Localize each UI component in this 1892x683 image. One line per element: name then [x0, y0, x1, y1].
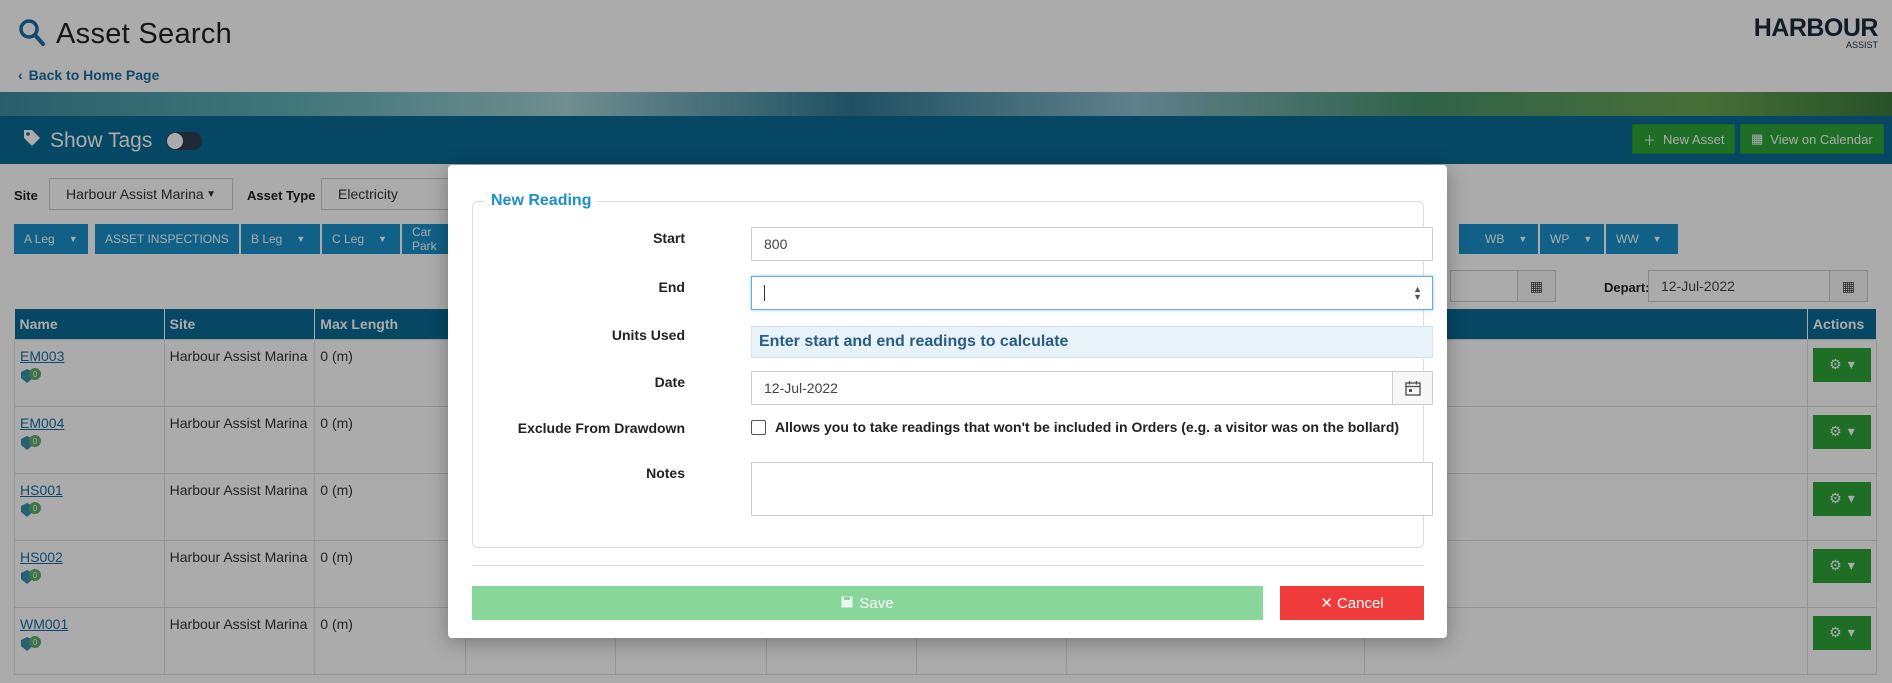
exclude-drawdown-row: Allows you to take readings that won't b… [751, 419, 1399, 435]
calendar-icon[interactable] [1392, 372, 1432, 404]
units-used-info: Enter start and end readings to calculat… [751, 326, 1433, 358]
cancel-button[interactable]: ✕ Cancel [1280, 586, 1424, 620]
exclude-drawdown-label: Exclude From Drawdown [517, 420, 685, 436]
new-reading-fieldset: New Reading Start 800 End ▲ ▼ Units Used … [472, 192, 1433, 548]
new-reading-modal: New Reading Start 800 End ▲ ▼ Units Used … [448, 165, 1447, 638]
fieldset-legend: New Reading [485, 192, 598, 210]
save-button[interactable]: Save [472, 586, 1263, 620]
date-input[interactable]: 12-Jul-2022 [751, 371, 1433, 405]
save-icon [841, 595, 853, 612]
notes-textarea[interactable] [751, 462, 1433, 516]
date-label: Date [654, 374, 685, 390]
number-spinner[interactable]: ▲ ▼ [1413, 285, 1422, 302]
exclude-drawdown-checkbox[interactable] [751, 419, 766, 435]
exclude-drawdown-text: Allows you to take readings that won't b… [775, 419, 1400, 435]
end-label: End [658, 279, 685, 295]
modal-divider [472, 565, 1424, 566]
text-cursor [764, 285, 765, 301]
start-label: Start [653, 230, 685, 246]
close-icon: ✕ [1320, 595, 1333, 612]
notes-label: Notes [646, 465, 685, 481]
start-input[interactable]: 800 [751, 227, 1433, 261]
units-used-label: Units Used [611, 327, 685, 343]
end-input[interactable]: ▲ ▼ [751, 276, 1433, 310]
spin-down-icon: ▼ [1413, 292, 1422, 302]
